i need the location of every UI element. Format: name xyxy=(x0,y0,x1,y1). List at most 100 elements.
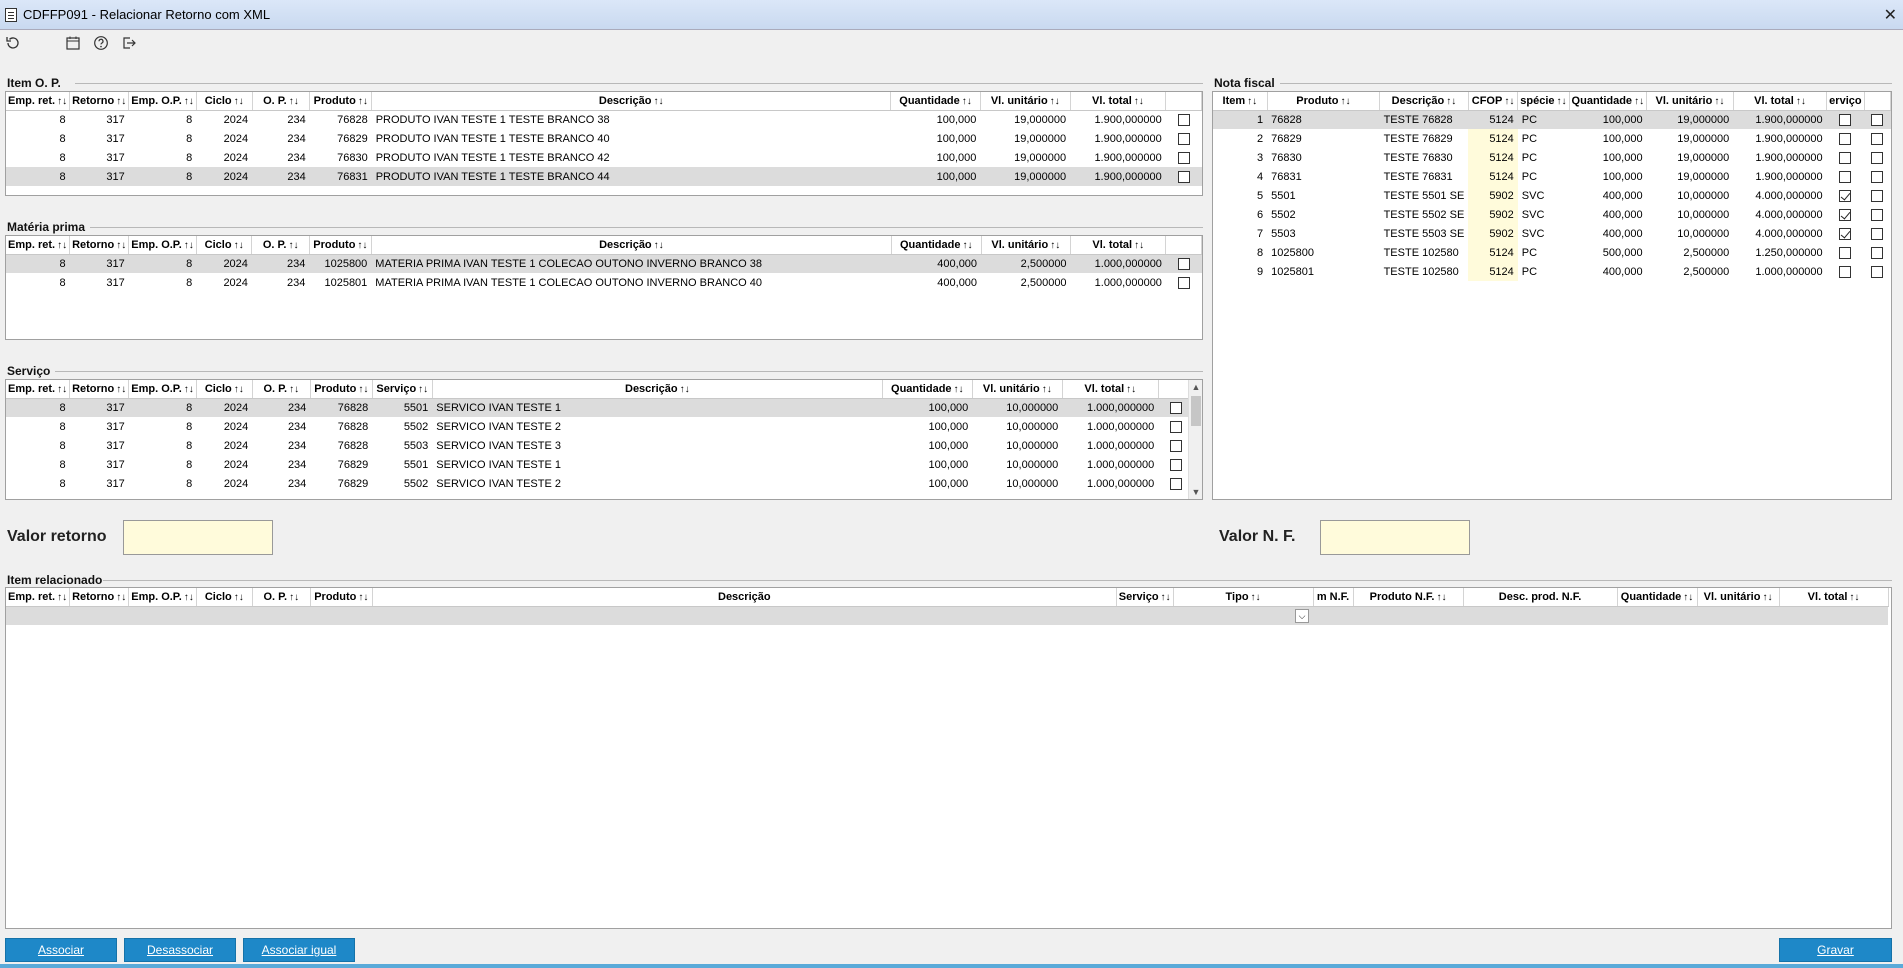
sort-icon[interactable]: ↑↓ xyxy=(1849,592,1859,603)
row-checkbox[interactable] xyxy=(1839,227,1852,240)
table-row[interactable]: 4 76831 TESTE 76831 5124 PC 100,000 19,000000 1… xyxy=(1213,167,1891,186)
column-header[interactable]: O. P. ↑↓ xyxy=(251,236,310,255)
sort-icon[interactable]: ↑↓ xyxy=(1436,592,1446,603)
sort-icon[interactable]: ↑↓ xyxy=(116,96,126,107)
sort-icon[interactable]: ↑↓ xyxy=(1714,96,1724,107)
column-header[interactable]: Quantidade ↑↓ xyxy=(1569,92,1648,111)
column-header[interactable]: Emp. ret. ↑↓ xyxy=(6,92,71,111)
table-row[interactable]: 8 317 8 2024 234 1025801 MATERIA PRIMA IVAN TE… xyxy=(6,273,1202,292)
sort-icon[interactable]: ↑↓ xyxy=(234,384,244,395)
column-header[interactable]: O. P. ↑↓ xyxy=(252,380,311,399)
row-checkbox[interactable] xyxy=(1871,208,1884,221)
column-header[interactable]: O. P. ↑↓ xyxy=(252,588,311,607)
column-header[interactable]: Item ↑↓ xyxy=(1213,92,1268,111)
sort-icon[interactable]: ↑↓ xyxy=(358,96,368,107)
sort-icon[interactable]: ↑↓ xyxy=(1134,96,1144,107)
sort-icon[interactable]: ↑↓ xyxy=(1762,592,1772,603)
row-checkbox[interactable] xyxy=(1839,113,1852,126)
table-row[interactable]: 2 76829 TESTE 76829 5124 PC 100,000 19,000000 1… xyxy=(1213,129,1891,148)
column-header[interactable]: Produto N.F. ↑↓ xyxy=(1353,588,1464,607)
exit-icon[interactable] xyxy=(120,34,138,52)
column-header[interactable]: Emp. O.P. ↑↓ xyxy=(128,92,197,111)
associar-button[interactable]: Associar xyxy=(5,938,117,962)
sort-icon[interactable]: ↑↓ xyxy=(184,592,194,603)
row-checkbox[interactable] xyxy=(1871,265,1884,278)
row-checkbox[interactable] xyxy=(1839,170,1852,183)
table-row[interactable]: 8 317 8 2024 234 76829 5501 SERVICO IVAN TESTE … xyxy=(6,455,1194,474)
column-header[interactable]: m N.F. xyxy=(1313,588,1354,607)
row-checkbox[interactable] xyxy=(1839,151,1852,164)
table-row[interactable]: 6 5502 TESTE 5502 SE 5902 SVC 400,000 10,00000… xyxy=(1213,205,1891,224)
row-checkbox[interactable] xyxy=(1177,132,1190,145)
column-header[interactable]: Vl. unitário ↑↓ xyxy=(980,92,1071,111)
sort-icon[interactable]: ↑↓ xyxy=(1683,592,1693,603)
table-row[interactable]: 8 317 8 2024 234 76828 5503 SERVICO IVAN TESTE … xyxy=(6,436,1194,455)
column-header[interactable]: Produto ↑↓ xyxy=(310,380,373,399)
column-header[interactable]: Descrição ↑↓ xyxy=(1379,92,1469,111)
column-header[interactable]: Vl. total ↑↓ xyxy=(1070,236,1167,255)
table-row[interactable]: 8 1025800 TESTE 102580 5124 PC 500,000 2,50000… xyxy=(1213,243,1891,262)
column-header[interactable]: Descrição ↑↓ xyxy=(432,380,883,399)
row-checkbox[interactable] xyxy=(1871,246,1884,259)
row-checkbox[interactable] xyxy=(1871,189,1884,202)
sort-icon[interactable]: ↑↓ xyxy=(116,592,126,603)
sort-icon[interactable]: ↑↓ xyxy=(1557,96,1567,107)
row-checkbox[interactable] xyxy=(1871,227,1884,240)
sort-icon[interactable]: ↑↓ xyxy=(954,384,964,395)
table-row[interactable]: 8 317 8 2024 234 76828 5502 SERVICO IVAN TESTE … xyxy=(6,417,1194,436)
sort-icon[interactable]: ↑↓ xyxy=(184,240,194,251)
column-header[interactable]: Retorno ↑↓ xyxy=(69,92,130,111)
sort-icon[interactable]: ↑↓ xyxy=(1251,592,1261,603)
table-row[interactable]: 1 76828 TESTE 76828 5124 PC 100,000 19,000000 1… xyxy=(1213,110,1891,129)
row-checkbox[interactable] xyxy=(1170,458,1183,471)
row-checkbox[interactable] xyxy=(1839,189,1852,202)
table-row[interactable]: 9 1025801 TESTE 102580 5124 PC 400,000 2,50000… xyxy=(1213,262,1891,281)
sort-icon[interactable]: ↑↓ xyxy=(1126,384,1136,395)
sort-icon[interactable]: ↑↓ xyxy=(1634,96,1644,107)
column-header[interactable]: Produto ↑↓ xyxy=(309,236,372,255)
column-header[interactable]: Vl. unitário ↑↓ xyxy=(1646,92,1734,111)
row-checkbox[interactable] xyxy=(1871,113,1884,126)
column-header[interactable]: Vl. total ↑↓ xyxy=(1062,380,1159,399)
column-header[interactable]: Tipo ↑↓ xyxy=(1173,588,1314,607)
sort-icon[interactable]: ↑↓ xyxy=(1134,240,1144,251)
column-header[interactable]: Emp. ret. ↑↓ xyxy=(6,380,71,399)
row-checkbox[interactable] xyxy=(1177,276,1190,289)
table-row[interactable]: 8 317 8 2024 234 1025800 MATERIA PRIMA IVAN TE… xyxy=(6,254,1202,273)
valor-nf-field[interactable] xyxy=(1320,520,1470,555)
associar-igual-button[interactable]: Associar igual xyxy=(243,938,355,962)
chevron-down-icon[interactable]: ⌵ xyxy=(1295,608,1310,623)
sort-icon[interactable]: ↑↓ xyxy=(357,240,367,251)
sort-icon[interactable]: ↑↓ xyxy=(234,240,244,251)
row-checkbox[interactable] xyxy=(1170,439,1183,452)
column-header[interactable]: Retorno ↑↓ xyxy=(69,236,130,255)
sort-icon[interactable]: ↑↓ xyxy=(57,240,67,251)
scroll-up-icon[interactable]: ▲ xyxy=(1189,380,1202,394)
column-header[interactable]: Ciclo ↑↓ xyxy=(196,236,253,255)
sort-icon[interactable]: ↑↓ xyxy=(418,384,428,395)
gravar-button[interactable]: Gravar xyxy=(1779,938,1892,962)
table-row[interactable]: 8 317 8 2024 234 76830 PRODUTO IVAN TESTE 1 TE… xyxy=(6,148,1202,167)
column-header[interactable]: Vl. total ↑↓ xyxy=(1733,92,1828,111)
table-row[interactable]: ⌵ xyxy=(6,606,1889,625)
desassociar-button[interactable]: Desassociar xyxy=(124,938,236,962)
column-header[interactable]: Emp. O.P. ↑↓ xyxy=(128,588,197,607)
column-header[interactable]: Descrição xyxy=(372,588,1117,607)
table-row[interactable]: 7 5503 TESTE 5503 SE 5902 SVC 400,000 10,00000… xyxy=(1213,224,1891,243)
table-row[interactable]: 8 317 8 2024 234 76829 5502 SERVICO IVAN TESTE … xyxy=(6,474,1194,493)
column-header[interactable]: Quantidade ↑↓ xyxy=(1617,588,1698,607)
column-header[interactable]: Descrição ↑↓ xyxy=(371,236,892,255)
sort-icon[interactable]: ↑↓ xyxy=(289,384,299,395)
sort-icon[interactable]: ↑↓ xyxy=(358,592,368,603)
sort-icon[interactable]: ↑↓ xyxy=(654,240,664,251)
column-header[interactable]: Descrição ↑↓ xyxy=(371,92,892,111)
column-header[interactable]: Ciclo ↑↓ xyxy=(196,380,253,399)
table-row[interactable]: 3 76830 TESTE 76830 5124 PC 100,000 19,000000 1… xyxy=(1213,148,1891,167)
sort-icon[interactable]: ↑↓ xyxy=(653,96,663,107)
row-checkbox[interactable] xyxy=(1839,132,1852,145)
sort-icon[interactable]: ↑↓ xyxy=(57,96,67,107)
column-header[interactable]: erviço xyxy=(1826,92,1865,111)
row-checkbox[interactable] xyxy=(1839,265,1852,278)
column-header[interactable]: spécie ↑↓ xyxy=(1517,92,1570,111)
help-icon[interactable] xyxy=(92,34,110,52)
